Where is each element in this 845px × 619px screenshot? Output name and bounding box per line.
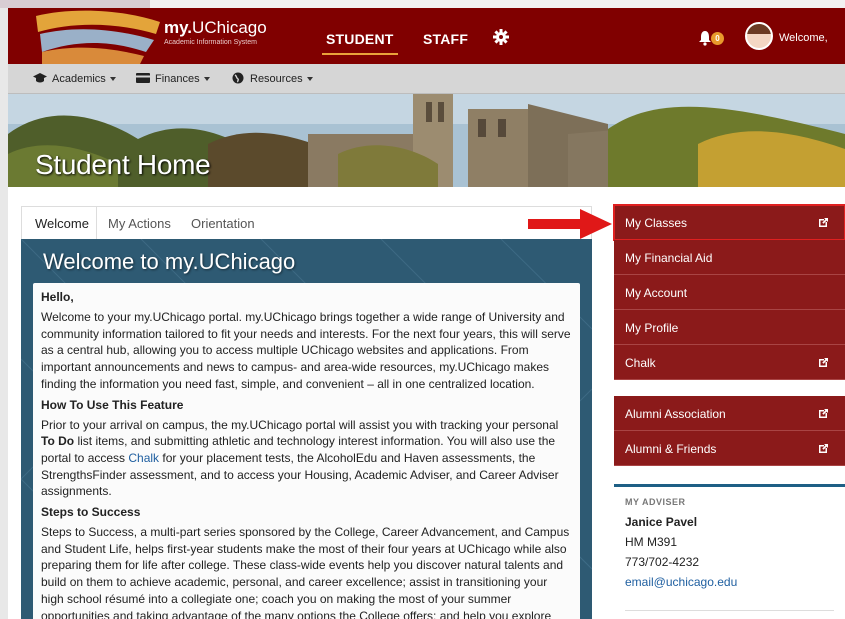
top-header: my.UChicago Academic Information System … — [8, 8, 845, 64]
bell-icon[interactable] — [698, 30, 712, 46]
menu-my-financial-aid[interactable]: My Financial Aid — [614, 240, 845, 275]
adviser-label: MY ADVISER — [625, 497, 686, 507]
menu-my-classes[interactable]: My Classes — [613, 204, 845, 241]
subnav-academics-label: Academics — [52, 73, 106, 85]
adviser-phone: 773/702-4232 — [625, 555, 700, 569]
hero-banner: Student Home — [8, 94, 845, 187]
external-link-icon — [819, 409, 828, 418]
external-link-icon — [819, 444, 828, 453]
browser-strip — [0, 0, 845, 8]
brand[interactable]: my.UChicago Academic Information System — [164, 18, 267, 46]
browser-tab-remnant — [0, 0, 150, 8]
external-link-icon — [819, 218, 828, 227]
tab-welcome[interactable]: Welcome — [35, 216, 89, 231]
graduation-cap-icon — [33, 73, 47, 83]
globe-icon — [232, 72, 244, 84]
brand-subtitle: Academic Information System — [164, 39, 257, 46]
adviser-name: Janice Pavel — [625, 515, 698, 529]
howto-paragraph: Prior to your arrival on campus, the my.… — [41, 417, 559, 499]
credit-card-icon — [136, 73, 150, 83]
subnav-resources[interactable]: Resources — [232, 72, 313, 85]
avatar[interactable] — [745, 22, 773, 50]
menu-alumni-association[interactable]: Alumni Association — [614, 396, 845, 431]
intro-paragraph: Welcome to your my.UChicago portal. my.U… — [41, 310, 571, 391]
menu-my-profile-label: My Profile — [625, 321, 679, 335]
welcome-text[interactable]: Welcome, — [779, 32, 828, 44]
notification-badge: 0 — [711, 32, 724, 45]
quick-links-menu: My Classes My Financial Aid My Account M… — [613, 204, 845, 466]
menu-my-financial-aid-label: My Financial Aid — [625, 251, 713, 265]
greeting: Hello, — [41, 290, 74, 304]
menu-chalk[interactable]: Chalk — [614, 345, 845, 380]
subnav-academics[interactable]: Academics — [33, 73, 116, 85]
subnav-finances-label: Finances — [155, 73, 200, 85]
gear-icon[interactable] — [492, 28, 510, 46]
chalk-link[interactable]: Chalk — [128, 451, 159, 465]
adviser-card: MY ADVISER Janice Pavel HM M391 773/702-… — [614, 484, 845, 619]
red-arrow-annotation — [528, 209, 612, 239]
content-tabs: Welcome My Actions Orientation — [21, 206, 592, 240]
steps-paragraph: Steps to Success, a multi-part series sp… — [41, 525, 570, 619]
subnav-resources-label: Resources — [250, 73, 303, 85]
welcome-panel: Welcome to my.UChicago Hello, Welcome to… — [21, 239, 592, 619]
menu-alumni-association-label: Alumni Association — [625, 407, 726, 421]
logo-art-icon — [36, 10, 160, 64]
nav-staff-tab[interactable]: STAFF — [423, 31, 468, 47]
brand-rest: UChicago — [192, 18, 267, 37]
welcome-card: Hello, Welcome to your my.UChicago porta… — [33, 283, 580, 619]
adviser-office: HM M391 — [625, 535, 678, 549]
steps-heading: Steps to Success — [41, 505, 141, 520]
subnav-finances[interactable]: Finances — [136, 73, 210, 85]
tab-orientation[interactable]: Orientation — [191, 216, 255, 231]
nav-student-tab[interactable]: STUDENT — [322, 31, 398, 55]
menu-alumni-friends-label: Alumni & Friends — [625, 442, 717, 456]
secondary-nav: Academics Finances Resources — [8, 64, 845, 94]
brand-main: my. — [164, 18, 193, 37]
page-title: Student Home — [35, 149, 211, 180]
menu-chalk-label: Chalk — [625, 356, 656, 370]
menu-alumni-friends[interactable]: Alumni & Friends — [614, 431, 845, 466]
external-link-icon — [819, 358, 828, 367]
todo-bold: To Do — [41, 434, 75, 449]
menu-my-account[interactable]: My Account — [614, 275, 845, 310]
tab-my-actions[interactable]: My Actions — [108, 216, 171, 231]
menu-my-classes-label: My Classes — [625, 216, 688, 230]
adviser-email-link[interactable]: email@uchicago.edu — [625, 575, 834, 589]
divider — [625, 610, 834, 611]
window-left-edge — [0, 8, 8, 619]
menu-my-profile[interactable]: My Profile — [614, 310, 845, 345]
menu-my-account-label: My Account — [625, 286, 688, 300]
welcome-heading: Welcome to my.UChicago — [43, 249, 296, 274]
howto-heading: How To Use This Feature — [41, 397, 184, 412]
